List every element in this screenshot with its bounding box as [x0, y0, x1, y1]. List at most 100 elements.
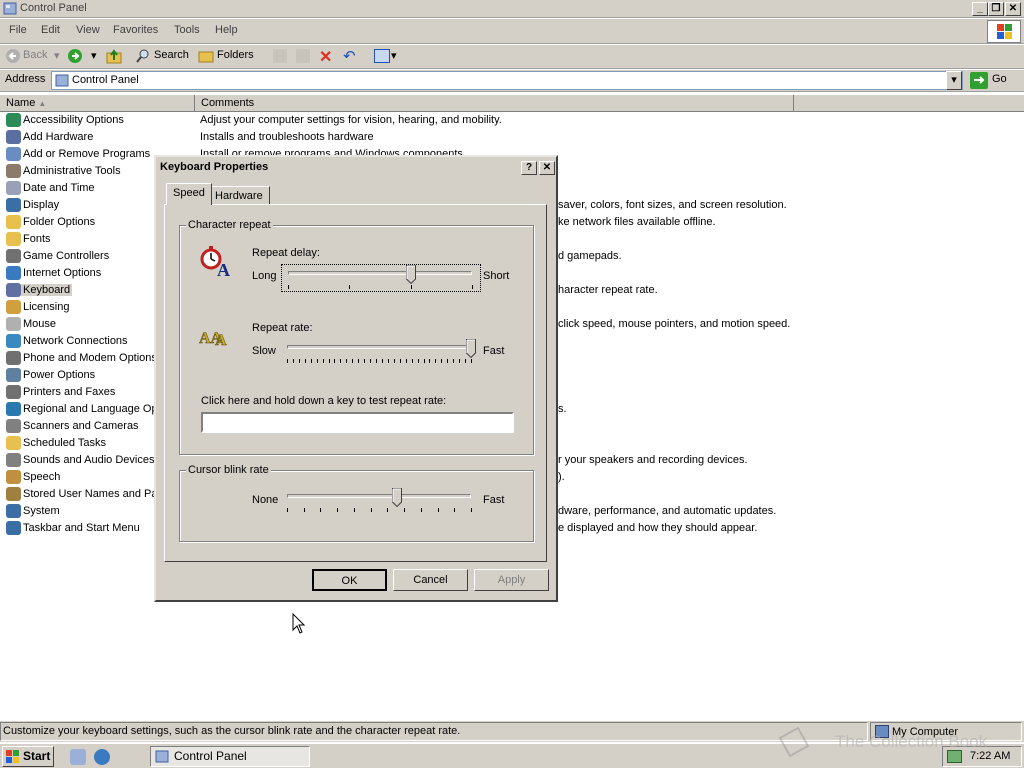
minimize-button[interactable]: _ — [972, 2, 988, 16]
search-icon[interactable] — [135, 48, 151, 64]
speaker-icon — [6, 453, 21, 467]
sort-ascending-icon: ▲ — [38, 99, 47, 108]
apply-button[interactable]: Apply — [474, 569, 549, 591]
menu-view[interactable]: View — [76, 24, 100, 36]
slider-tick — [364, 359, 366, 363]
delay-short-label: Short — [483, 270, 510, 282]
slider-tick — [420, 508, 422, 512]
repeat-delay-thumb[interactable] — [406, 265, 417, 285]
repeat-rate-ticks — [287, 359, 472, 363]
menu-help[interactable]: Help — [215, 24, 238, 36]
repeat-delay-slider[interactable] — [281, 264, 481, 292]
list-item-label: Date and Time — [23, 182, 95, 194]
go-button[interactable]: Go — [992, 73, 1007, 85]
list-item-label: Game Controllers — [23, 250, 110, 262]
repeat-rate-thumb[interactable] — [466, 339, 476, 359]
copy-to-icon[interactable] — [296, 49, 310, 63]
cursor-blink-slider[interactable] — [281, 488, 481, 516]
show-desktop-icon[interactable] — [70, 749, 86, 765]
close-button[interactable]: ✕ — [1005, 2, 1021, 16]
move-to-icon[interactable] — [273, 49, 287, 63]
menu-favorites[interactable]: Favorites — [113, 24, 158, 36]
slider-tick — [393, 359, 395, 363]
slider-tick — [437, 508, 439, 512]
list-item-label: Licensing — [23, 301, 70, 313]
dialog-close-button[interactable]: ✕ — [539, 161, 555, 175]
slider-tick — [399, 359, 401, 363]
slider-tick — [435, 359, 437, 363]
toolbar: Back ▾ ▾ Search Folders ✕ ↶ ▾ — [0, 45, 1024, 69]
tab-speed[interactable]: Speed — [166, 183, 212, 205]
column-comments-header[interactable]: Comments — [195, 95, 794, 112]
add-remove-programs-icon — [6, 147, 21, 161]
slider-tick — [358, 359, 360, 363]
help-button[interactable]: ? — [521, 161, 537, 175]
forward-arrow-icon[interactable] — [67, 48, 83, 64]
search-button[interactable]: Search — [154, 49, 189, 61]
taskbar-icon — [6, 521, 21, 535]
list-item[interactable]: Add Hardware — [0, 129, 194, 146]
back-dropdown-icon[interactable]: ▾ — [54, 49, 60, 62]
slider-tick — [471, 359, 472, 363]
undo-icon[interactable]: ↶ — [343, 47, 356, 65]
licensing-icon — [6, 300, 21, 314]
slider-tick — [447, 359, 449, 363]
menu-tools[interactable]: Tools — [174, 24, 200, 36]
repeat-rate-track — [287, 345, 471, 349]
restore-button[interactable]: ❐ — [988, 2, 1004, 16]
menu-file[interactable]: File — [9, 24, 27, 36]
slider-tick — [340, 359, 342, 363]
menu-edit[interactable]: Edit — [41, 24, 60, 36]
window-titlebar: Control Panel _ ❐ ✕ — [0, 0, 1024, 18]
internet-explorer-icon[interactable] — [94, 749, 110, 765]
list-item-label: Fonts — [23, 233, 51, 245]
key-icon — [6, 487, 21, 501]
address-dropdown-button[interactable]: ▾ — [946, 71, 962, 90]
list-item-label: Internet Options — [23, 267, 102, 279]
slider-tick — [459, 359, 461, 363]
slider-tick — [349, 285, 351, 289]
phone-icon — [6, 351, 21, 365]
forward-dropdown-icon[interactable]: ▾ — [91, 49, 97, 62]
list-item-label: Administrative Tools — [23, 165, 121, 177]
keyboard-icon — [6, 283, 21, 297]
test-repeat-input[interactable] — [201, 412, 514, 433]
address-input[interactable]: Control Panel — [51, 71, 963, 90]
scheduled-tasks-icon — [6, 436, 21, 450]
column-name-header[interactable]: Name ▲ — [0, 95, 195, 112]
slider-tick — [381, 359, 383, 363]
menu-bar: File Edit View Favorites Tools Help — [0, 19, 1024, 44]
tab-hardware[interactable]: Hardware — [208, 186, 270, 205]
up-folder-icon[interactable] — [106, 48, 122, 64]
taskbar-control-panel-button[interactable]: Control Panel — [150, 746, 310, 767]
folders-icon[interactable] — [198, 48, 214, 64]
go-arrow-icon[interactable] — [970, 72, 988, 89]
views-icon[interactable] — [374, 49, 390, 63]
cursor-blink-track — [287, 494, 471, 498]
cancel-button[interactable]: Cancel — [393, 569, 468, 591]
list-item-label: Scanners and Cameras — [23, 420, 139, 432]
folders-button[interactable]: Folders — [217, 49, 254, 61]
start-button[interactable]: Start — [2, 746, 54, 767]
slider-tick — [465, 359, 467, 363]
cursor-blink-thumb[interactable] — [392, 488, 403, 508]
status-text: Customize your keyboard settings, such a… — [0, 722, 868, 741]
back-arrow-icon[interactable] — [5, 48, 21, 64]
control-panel-icon — [55, 74, 69, 87]
back-button[interactable]: Back — [23, 49, 47, 61]
ok-button[interactable]: OK — [312, 569, 387, 591]
list-item-label: Scheduled Tasks — [23, 437, 106, 449]
list-item[interactable]: Accessibility Options — [0, 112, 194, 129]
views-dropdown-icon[interactable]: ▾ — [391, 49, 397, 62]
book-watermark-icon — [776, 724, 810, 764]
list-item-label: Printers and Faxes — [23, 386, 116, 398]
slider-tick — [287, 508, 288, 512]
repeat-rate-slider[interactable] — [281, 339, 481, 367]
delete-icon[interactable]: ✕ — [319, 47, 332, 67]
slider-tick — [304, 359, 306, 363]
control-panel-icon — [3, 2, 17, 15]
cursor-blink-ticks — [287, 508, 472, 512]
list-item-label: Speech — [23, 471, 61, 483]
mouse-icon — [6, 317, 21, 331]
address-value: Control Panel — [72, 74, 139, 86]
